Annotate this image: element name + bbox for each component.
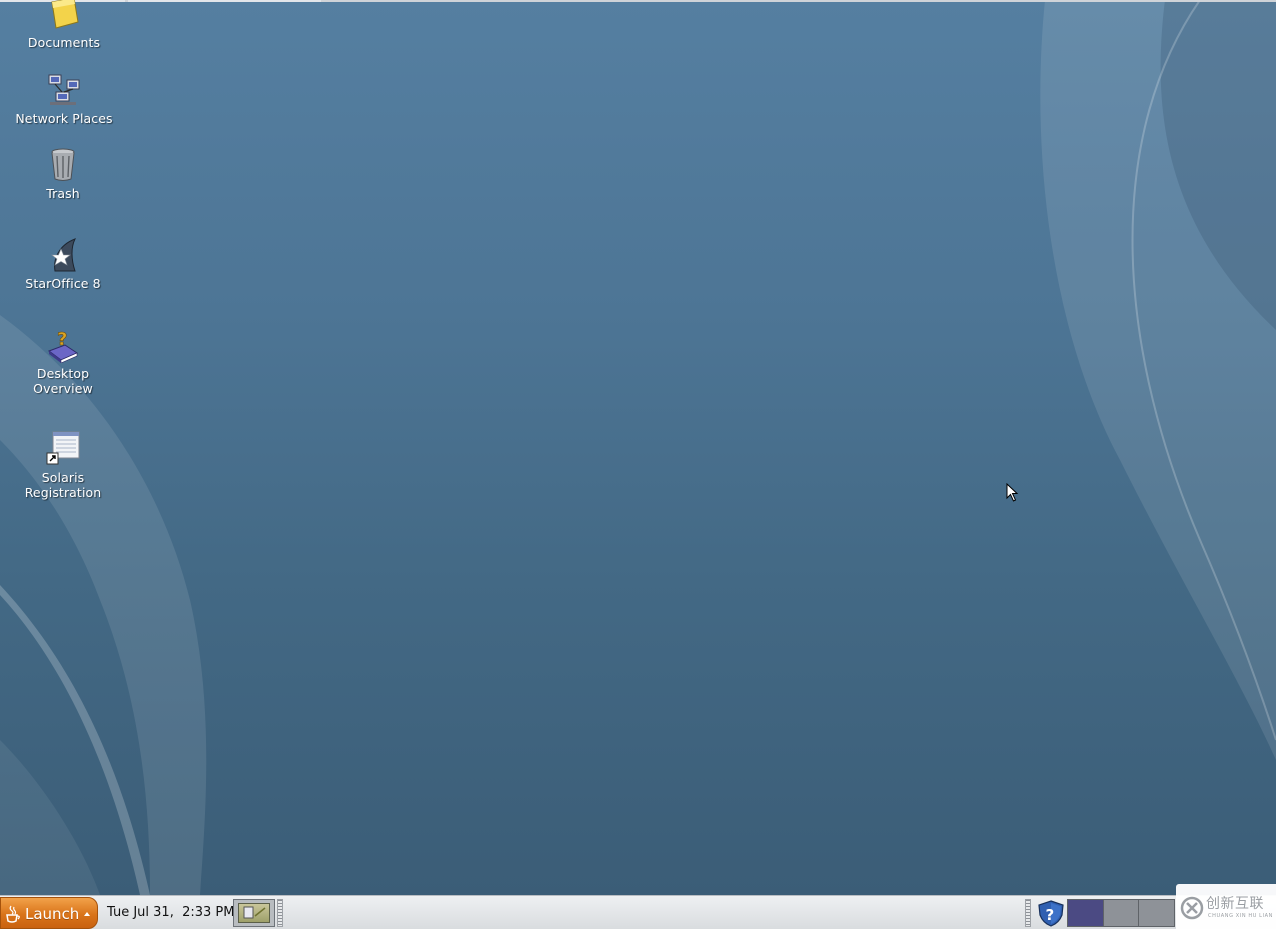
desktop-icon-label-line2: Registration bbox=[24, 485, 102, 500]
show-desktop-button[interactable] bbox=[233, 899, 275, 927]
desktop-icon-label-line1: Solaris bbox=[41, 470, 85, 485]
taskbar: Launch Tue Jul 31, 2:33 PM ? bbox=[0, 895, 1276, 929]
trash-icon bbox=[51, 148, 75, 181]
watermark: 创新互联 CHUANG XIN HU LIAN bbox=[1176, 884, 1276, 929]
top-panel-edge bbox=[0, 0, 1276, 2]
desktop-icon-network-places[interactable]: Network Places bbox=[9, 72, 119, 126]
help-book-icon: ? bbox=[47, 329, 79, 363]
panel-drag-handle[interactable] bbox=[277, 899, 283, 927]
desktop-icon-trash[interactable]: Trash bbox=[8, 147, 118, 201]
staroffice-icon bbox=[51, 238, 77, 272]
desktop-icon-label-line1: Desktop bbox=[36, 366, 90, 381]
desktop-icon-label: Network Places bbox=[15, 111, 113, 126]
show-desktop-icon bbox=[238, 903, 270, 923]
desktop-icon-staroffice[interactable]: StarOffice 8 bbox=[8, 237, 118, 291]
desktop-icon-label: StarOffice 8 bbox=[25, 276, 101, 291]
svg-text:?: ? bbox=[57, 329, 67, 350]
desktop-icon-label: Trash bbox=[46, 186, 80, 201]
registration-shortcut-icon bbox=[46, 431, 80, 465]
mouse-pointer-icon bbox=[1006, 483, 1019, 502]
workspace-3[interactable] bbox=[1139, 900, 1175, 926]
svg-text:?: ? bbox=[1046, 906, 1055, 924]
workspace-switcher[interactable] bbox=[1067, 899, 1175, 927]
help-shield-icon[interactable]: ? bbox=[1035, 899, 1067, 927]
workspace-2[interactable] bbox=[1103, 900, 1140, 926]
watermark-text: 创新互联 bbox=[1206, 896, 1264, 912]
desktop-icon-documents[interactable]: Documents bbox=[9, 0, 119, 50]
wallpaper-swirls bbox=[0, 0, 1276, 895]
launch-label: Launch bbox=[25, 905, 80, 923]
launch-menu-button[interactable]: Launch bbox=[0, 897, 98, 929]
panel-drag-handle[interactable] bbox=[1025, 899, 1031, 927]
watermark-subtext: CHUANG XIN HU LIAN bbox=[1208, 913, 1273, 919]
desktop-icon-desktop-overview[interactable]: ? Desktop Overview bbox=[8, 327, 118, 396]
clock[interactable]: Tue Jul 31, 2:33 PM bbox=[107, 905, 234, 920]
workspace-1[interactable] bbox=[1068, 900, 1104, 926]
desktop[interactable]: Documents Network Places Trash StarOffic… bbox=[0, 0, 1276, 895]
caret-up-icon bbox=[84, 912, 90, 916]
desktop-icon-label-line2: Overview bbox=[33, 381, 93, 396]
watermark-logo-icon bbox=[1180, 896, 1204, 920]
desktop-icon-solaris-registration[interactable]: Solaris Registration bbox=[8, 431, 118, 500]
desktop-icon-label: Documents bbox=[27, 35, 101, 50]
java-cup-icon bbox=[6, 905, 20, 923]
network-icon bbox=[48, 74, 80, 105]
folder-icon bbox=[51, 0, 79, 29]
